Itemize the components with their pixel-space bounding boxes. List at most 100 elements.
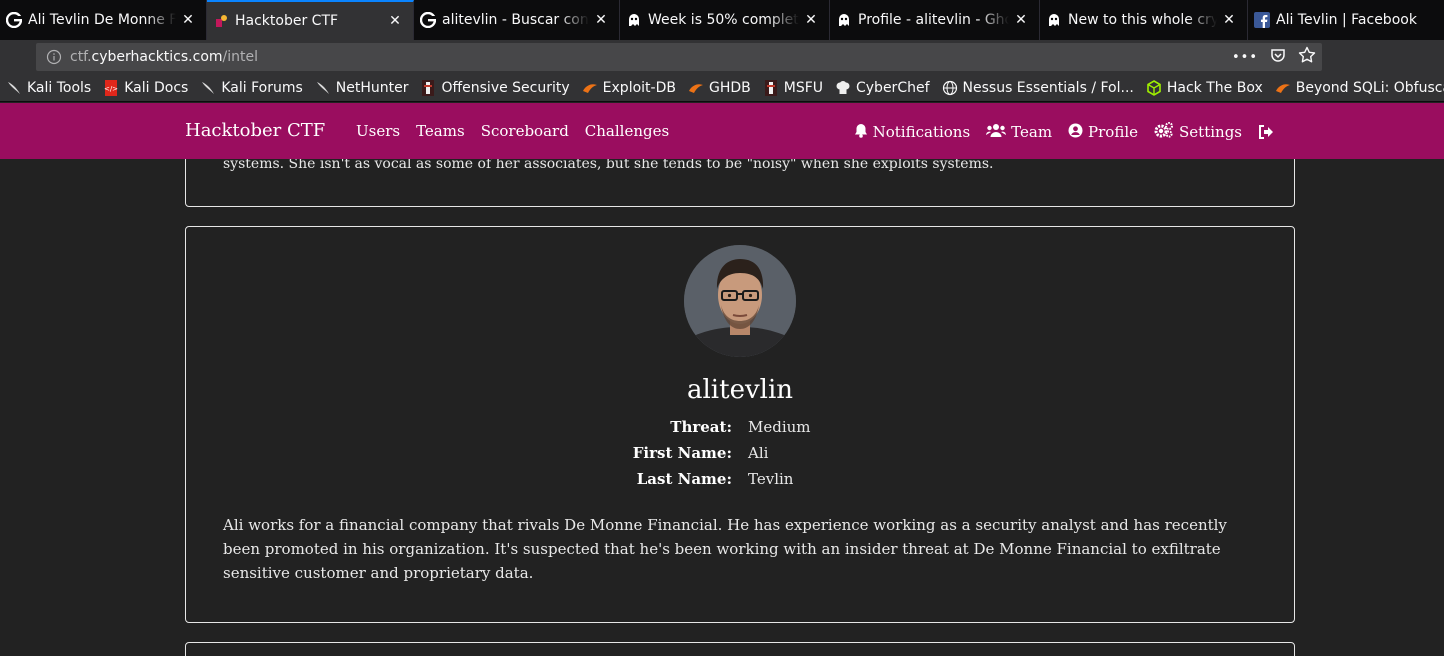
kali-docs-icon: </> (103, 79, 119, 96)
offsec-icon (763, 79, 779, 96)
svg-text:</>: </> (104, 85, 118, 93)
close-icon[interactable]: ✕ (1013, 12, 1029, 28)
main-nav: Users Teams Scoreboard Challenges (356, 122, 669, 140)
bookmark-exploit-db[interactable]: Exploit-DB (582, 80, 676, 96)
site-navbar: Hacktober CTF Users Teams Scoreboard Cha… (0, 103, 1444, 159)
browser-tab-bar: Ali Tevlin De Monne Fi ✕ Hacktober CTF ✕… (0, 0, 1444, 40)
browser-tab[interactable]: Profile - alitevlin - Gho ✕ (830, 0, 1040, 40)
bookmark-kali-forums[interactable]: Kali Forums (200, 79, 303, 96)
bookmark-label: GHDB (708, 79, 751, 96)
bookmark-label: Beyond SQLi: Obfuscat... (1295, 79, 1444, 96)
tab-title: Ali Tevlin De Monne Fi (28, 12, 176, 28)
ghost-icon (626, 12, 642, 28)
field-threat: Threat: Medium (186, 418, 1294, 444)
nav-challenges[interactable]: Challenges (585, 122, 669, 140)
gears-icon (1154, 122, 1174, 142)
star-icon[interactable] (1298, 46, 1316, 68)
intel-content: systems. She isn't as vocal as some of h… (0, 159, 1444, 656)
close-icon[interactable]: ✕ (593, 12, 609, 28)
bookmark-cyberchef[interactable]: CyberChef (835, 80, 930, 96)
exploitdb-icon (582, 80, 598, 96)
bookmark-label: NetHunter (335, 79, 409, 96)
bookmark-kali-docs[interactable]: </> Kali Docs (103, 79, 189, 96)
nav-teams[interactable]: Teams (416, 122, 465, 140)
bookmark-kali-tools[interactable]: Kali Tools (6, 80, 91, 96)
url-domain: cyberhacktics.com (91, 49, 223, 65)
close-icon[interactable]: ✕ (1221, 12, 1237, 28)
field-value: Tevlin (748, 470, 794, 488)
bookmark-ghdb[interactable]: GHDB (688, 80, 751, 96)
bookmark-label: Kali Tools (27, 79, 92, 96)
address-bar[interactable]: ctf.cyberhacktics.com/intel ••• (36, 43, 1322, 71)
tab-title: Profile - alitevlin - Gho (858, 12, 1009, 28)
cube-icon (1146, 79, 1162, 96)
kali-dragon-icon (200, 80, 216, 96)
avatar (684, 245, 796, 357)
nav-users[interactable]: Users (356, 122, 400, 140)
url-subdomain: ctf. (70, 49, 92, 65)
hacktober-icon (213, 13, 229, 29)
offsec-icon (420, 79, 436, 96)
chef-hat-icon (835, 80, 851, 96)
intel-card-previous: systems. She isn't as vocal as some of h… (185, 159, 1295, 207)
field-value: Ali (748, 444, 769, 462)
close-icon[interactable]: ✕ (387, 13, 403, 29)
field-first-name: First Name: Ali (186, 444, 1294, 470)
bookmark-label: Offensive Security (441, 79, 570, 96)
exploitdb-icon (688, 80, 704, 96)
bookmark-msfu[interactable]: MSFU (763, 79, 823, 96)
bookmark-label: Kali Docs (124, 79, 189, 96)
close-icon[interactable]: ✕ (180, 12, 196, 28)
user-nav: Notifications Team Profile Settings (854, 122, 1274, 142)
field-value: Medium (748, 418, 811, 436)
exploitdb-icon (1275, 80, 1291, 96)
field-label: Threat: (670, 418, 732, 436)
profile-username: alitevlin (686, 375, 794, 405)
site-brand[interactable]: Hacktober CTF (185, 120, 325, 141)
bookmark-label: MSFU (783, 79, 823, 96)
bookmark-label: CyberChef (856, 79, 930, 96)
users-icon (986, 123, 1007, 142)
browser-tab[interactable]: Ali Tevlin De Monne Fi ✕ (0, 0, 207, 40)
close-icon[interactable]: ✕ (803, 12, 819, 28)
bookmark-nessus[interactable]: Nessus Essentials / Fol... (942, 80, 1134, 96)
bookmark-label: Nessus Essentials / Fol... (962, 79, 1134, 96)
bookmark-beyond-sqli[interactable]: Beyond SQLi: Obfuscat... (1275, 80, 1444, 96)
kali-dragon-icon (315, 80, 331, 96)
field-last-name: Last Name: Tevlin (186, 470, 1294, 496)
bookmark-offensive-security[interactable]: Offensive Security (420, 79, 570, 96)
nav-scoreboard[interactable]: Scoreboard (481, 122, 569, 140)
nav-team[interactable]: Team (986, 123, 1052, 142)
sign-out-icon[interactable] (1258, 125, 1274, 139)
field-label: Last Name: (636, 470, 732, 488)
globe-icon (942, 80, 958, 96)
facebook-icon (1254, 12, 1270, 28)
nav-profile[interactable]: Profile (1068, 123, 1138, 142)
url-actions: ••• (1232, 43, 1316, 71)
ghost-icon (1046, 12, 1062, 28)
info-icon[interactable] (46, 49, 62, 65)
browser-tab[interactable]: Ali Tevlin | Facebook (1248, 0, 1444, 40)
tab-title: alitevlin - Buscar con G (442, 12, 589, 28)
browser-tab-active[interactable]: Hacktober CTF ✕ (207, 0, 414, 40)
browser-tab[interactable]: alitevlin - Buscar con G ✕ (414, 0, 620, 40)
tab-title: New to this whole cryp (1068, 12, 1217, 28)
nav-settings[interactable]: Settings (1154, 122, 1242, 142)
bookmark-nethunter[interactable]: NetHunter (315, 79, 409, 96)
intel-bio-text: systems. She isn't as vocal as some of h… (223, 159, 994, 172)
bookmark-hack-the-box[interactable]: Hack The Box (1146, 80, 1263, 96)
page-actions-menu[interactable]: ••• (1232, 50, 1258, 65)
google-icon (420, 12, 436, 28)
tab-title: Ali Tevlin | Facebook (1276, 12, 1417, 28)
bookmark-label: Kali Forums (221, 79, 303, 96)
browser-tab[interactable]: Week is 50% complete ✕ (620, 0, 830, 40)
nav-label: Notifications (872, 123, 971, 141)
pocket-icon[interactable] (1270, 47, 1286, 67)
intel-card-next (185, 642, 1295, 656)
bell-icon (854, 123, 868, 142)
browser-tab[interactable]: New to this whole cryp ✕ (1040, 0, 1248, 40)
profile-bio: Ali works for a financial company that r… (223, 516, 1227, 582)
intel-card-profile: alitevlin Threat: Medium First Name: Ali… (185, 226, 1295, 623)
nav-notifications[interactable]: Notifications (854, 123, 971, 142)
nav-label: Profile (1088, 123, 1139, 141)
